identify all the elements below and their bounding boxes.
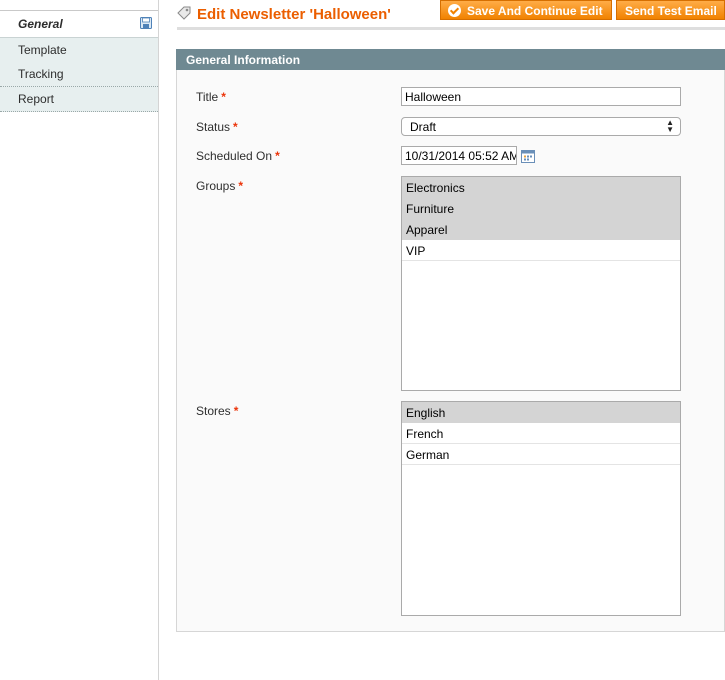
groups-label-text: Groups bbox=[196, 179, 236, 193]
status-select-value: Draft bbox=[410, 120, 437, 134]
stores-multiselect[interactable]: English French German bbox=[401, 401, 681, 616]
stores-option-french[interactable]: French bbox=[402, 423, 680, 444]
option-label: VIP bbox=[406, 244, 426, 258]
stores-option-german[interactable]: German bbox=[402, 444, 680, 465]
scheduled-on-label: Scheduled On * bbox=[196, 149, 280, 163]
tag-icon bbox=[177, 6, 191, 20]
sidebar-item-template[interactable]: Template bbox=[0, 37, 158, 63]
status-label-text: Status bbox=[196, 120, 231, 134]
required-marker: * bbox=[233, 404, 239, 418]
save-icon bbox=[140, 17, 152, 29]
option-label: Electronics bbox=[406, 181, 465, 195]
required-marker: * bbox=[221, 90, 226, 104]
stores-label-text: Stores bbox=[196, 404, 231, 418]
sidebar-item-general[interactable]: General bbox=[0, 11, 158, 36]
groups-option-electronics[interactable]: Electronics bbox=[402, 177, 680, 198]
title-label: Title * bbox=[196, 90, 226, 104]
sidebar: General Template Tracking Report bbox=[0, 0, 159, 680]
send-test-email-label: Send Test Email bbox=[625, 4, 717, 18]
sidebar-item-label: Report bbox=[18, 92, 55, 106]
option-label: German bbox=[406, 448, 450, 462]
sidebar-item-report[interactable]: Report bbox=[0, 87, 158, 112]
required-marker: * bbox=[275, 149, 280, 163]
scheduled-on-input[interactable]: 10/31/2014 05:52 AM bbox=[401, 146, 517, 165]
save-and-continue-button[interactable]: Save And Continue Edit bbox=[440, 0, 612, 20]
required-marker: * bbox=[238, 179, 244, 193]
section-title: General Information bbox=[186, 53, 301, 67]
sidebar-item-label: General bbox=[18, 17, 63, 31]
groups-option-furniture[interactable]: Furniture bbox=[402, 198, 680, 219]
groups-multiselect[interactable]: Electronics Furniture Apparel VIP bbox=[401, 176, 681, 391]
title-input[interactable]: Halloween bbox=[401, 87, 681, 106]
status-select[interactable]: Draft ▲ ▼ bbox=[401, 117, 681, 136]
required-marker: * bbox=[233, 120, 238, 134]
header-divider bbox=[177, 27, 725, 30]
title-label-text: Title bbox=[196, 90, 219, 104]
sidebar-item-tracking[interactable]: Tracking bbox=[0, 62, 158, 87]
send-test-email-button[interactable]: Send Test Email bbox=[616, 0, 725, 20]
option-label: Furniture bbox=[406, 202, 455, 216]
groups-option-apparel[interactable]: Apparel bbox=[402, 219, 680, 240]
stores-label: Stores * bbox=[196, 404, 238, 418]
groups-option-vip[interactable]: VIP bbox=[402, 240, 680, 261]
sidebar-top-border bbox=[0, 0, 158, 11]
sidebar-item-label: Template bbox=[18, 43, 67, 57]
groups-label: Groups * bbox=[196, 179, 243, 193]
scheduled-on-label-text: Scheduled On bbox=[196, 149, 273, 163]
status-label: Status * bbox=[196, 120, 238, 134]
calendar-icon[interactable] bbox=[521, 149, 535, 163]
stores-option-english[interactable]: English bbox=[402, 402, 680, 423]
option-label: Apparel bbox=[406, 223, 448, 237]
page-title-text: Edit Newsletter 'Halloween' bbox=[197, 6, 391, 23]
section-header: General Information bbox=[176, 49, 725, 70]
save-and-continue-label: Save And Continue Edit bbox=[467, 4, 603, 18]
option-label: English bbox=[406, 406, 446, 420]
select-arrows-icon: ▲ ▼ bbox=[666, 118, 674, 134]
checkmark-circle-icon bbox=[448, 4, 461, 17]
option-label: French bbox=[406, 427, 444, 441]
sidebar-item-label: Tracking bbox=[18, 67, 64, 81]
